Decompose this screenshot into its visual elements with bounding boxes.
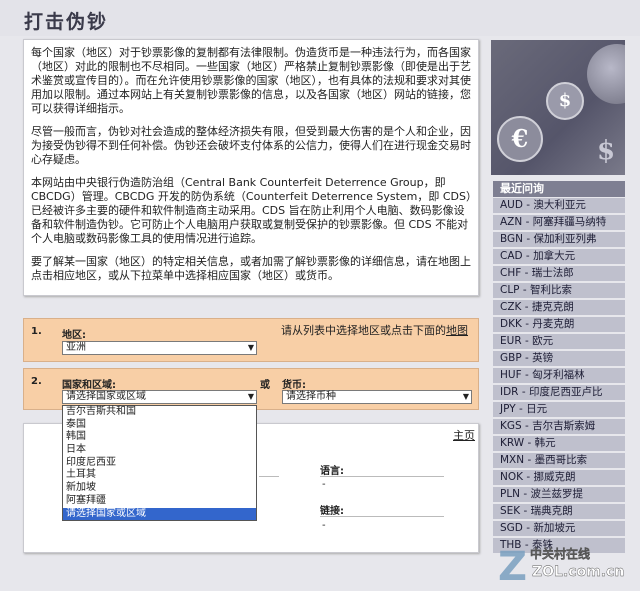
recent-queries-sidebar: 最近问询 AUD - 澳大利亚元 AZN - 阿塞拜疆马纳特 BGN - 保加利亚列… (493, 181, 625, 555)
step2-number: 2. (31, 376, 42, 387)
dropdown-option[interactable]: 土耳其 (63, 469, 256, 482)
sidebar-item-currency[interactable]: NOK - 挪威克朗 (493, 470, 625, 485)
chevron-down-icon: ▼ (247, 392, 254, 401)
dropdown-option[interactable]: 吉尔吉斯共和国 (63, 406, 256, 419)
recent-queries-heading: 最近问询 (493, 181, 625, 197)
dropdown-option[interactable]: 阿塞拜疆 (63, 495, 256, 508)
sidebar-item-currency[interactable]: GBP - 英镑 (493, 351, 625, 366)
region-hint: 请从列表中选择地区或点击下面的地图 (281, 324, 476, 338)
sidebar-item-currency[interactable]: SGD - 新加坡元 (493, 521, 625, 536)
intro-paragraph-3: 本网站由中央银行伪造防治组（Central Bank Counterfeit D… (31, 176, 472, 245)
dropdown-option[interactable]: 泰国 (63, 419, 256, 432)
link-divider (320, 516, 444, 517)
dropdown-option[interactable]: 请选择国家或区域 (63, 507, 256, 521)
chevron-down-icon: ▼ (462, 392, 469, 401)
intro-text-box: 每个国家（地区）对于钞票影像的复制都有法律限制。伪造货币是一种违法行为，而各国家… (23, 39, 479, 296)
sidebar-item-currency[interactable]: KRW - 韩元 (493, 436, 625, 451)
sidebar-item-currency[interactable]: PLN - 波兰兹罗提 (493, 487, 625, 502)
sidebar-item-currency[interactable]: BGN - 保加利亚列弗 (493, 232, 625, 247)
euro-coin-icon: € (497, 116, 543, 162)
sidebar-item-currency[interactable]: CZK - 捷克克朗 (493, 300, 625, 315)
country-dropdown-list[interactable]: 吉尔吉斯共和国 泰国 韩国 日本 印度尼西亚 土耳其 新加坡 阿塞拜疆 请选择国家或区域 (62, 405, 257, 522)
region-label: 地区: (62, 330, 86, 341)
zol-logo-icon: Z 中关村在线 ZOL.com.cn (498, 544, 625, 590)
region-select[interactable]: 亚洲 ▼ (62, 341, 257, 355)
sidebar-item-currency[interactable]: SEK - 瑞典克朗 (493, 504, 625, 519)
sidebar-item-currency[interactable]: IDR - 印度尼西亚卢比 (493, 385, 625, 400)
page-header: 打击伪钞 (0, 0, 640, 36)
sidebar-item-currency[interactable]: CLP - 智利比索 (493, 283, 625, 298)
page-title: 打击伪钞 (24, 11, 109, 33)
sidebar-item-currency[interactable]: EUR - 欧元 (493, 334, 625, 349)
chevron-down-icon: ▼ (247, 343, 254, 352)
step1-region-panel: 1. 地区: 亚洲 ▼ 请从列表中选择地区或点击下面的地图 (23, 318, 479, 362)
currency-label: 货币: (282, 380, 306, 391)
currency-select-value: 请选择币种 (286, 391, 336, 402)
home-link[interactable]: 主页 (453, 427, 475, 443)
sidebar-item-currency[interactable]: KGS - 吉尔吉斯索姆 (493, 419, 625, 434)
dollar-sign-icon: $ (596, 136, 616, 166)
step1-number: 1. (31, 326, 42, 337)
or-label: 或 (260, 380, 270, 391)
language-value: - (322, 479, 326, 490)
watermark-text-2: ZOL.com.cn (532, 564, 624, 580)
dropdown-option[interactable]: 印度尼西亚 (63, 457, 256, 470)
link-value: - (322, 520, 326, 531)
sidebar-item-currency[interactable]: MXN - 墨西哥比索 (493, 453, 625, 468)
language-divider (320, 476, 444, 477)
intro-paragraph-4: 要了解某一国家（地区）的特定相关信息，或者加需了解钞票影像的详细信息，请在地图上… (31, 255, 471, 282)
sidebar-item-currency[interactable]: CHF - 瑞士法郎 (493, 266, 625, 281)
zol-watermark: Z 中关村在线 ZOL.com.cn (496, 540, 636, 590)
link-label: 链接: (320, 506, 344, 517)
sidebar-item-currency[interactable]: HUF - 匈牙利福林 (493, 368, 625, 383)
dollar-coin-icon: $ (546, 82, 584, 120)
dropdown-option[interactable]: 韩国 (63, 431, 256, 444)
intro-paragraph-1: 每个国家（地区）对于钞票影像的复制都有法律限制。伪造货币是一种违法行为，而各国家… (31, 46, 471, 115)
dropdown-option[interactable]: 日本 (63, 444, 256, 457)
language-label: 语言: (320, 466, 344, 477)
sidebar-item-currency[interactable]: JPY - 日元 (493, 402, 625, 417)
sidebar-item-currency[interactable]: DKK - 丹麦克朗 (493, 317, 625, 332)
currency-decoration-image: € $ $ (491, 40, 625, 175)
step2-country-panel: 2. 国家和区域: 请选择国家或区域 ▼ 或 货币: 请选择币种 ▼ (23, 368, 479, 410)
dropdown-option[interactable]: 新加坡 (63, 482, 256, 495)
watermark-text-1: 中关村在线 (530, 546, 590, 561)
region-select-value: 亚洲 (66, 342, 86, 353)
currency-select[interactable]: 请选择币种 ▼ (282, 390, 472, 404)
sidebar-item-currency[interactable]: CAD - 加拿大元 (493, 249, 625, 264)
country-select-value: 请选择国家或区域 (66, 391, 146, 402)
region-hint-text: 请从列表中选择地区或点击下面的 (281, 324, 446, 337)
left-divider (259, 476, 279, 477)
sidebar-item-currency[interactable]: AUD - 澳大利亚元 (493, 198, 625, 213)
country-select[interactable]: 请选择国家或区域 ▼ (62, 390, 257, 404)
intro-paragraph-2: 尽管一般而言，伪钞对社会造成的整体经济损失有限，但受到最大伤害的是个人和企业，因… (31, 125, 471, 166)
country-label: 国家和区域: (62, 380, 116, 391)
globe-icon (587, 44, 625, 104)
svg-text:Z: Z (498, 544, 527, 588)
map-link[interactable]: 地图 (446, 324, 468, 337)
sidebar-item-currency[interactable]: AZN - 阿塞拜疆马纳特 (493, 215, 625, 230)
